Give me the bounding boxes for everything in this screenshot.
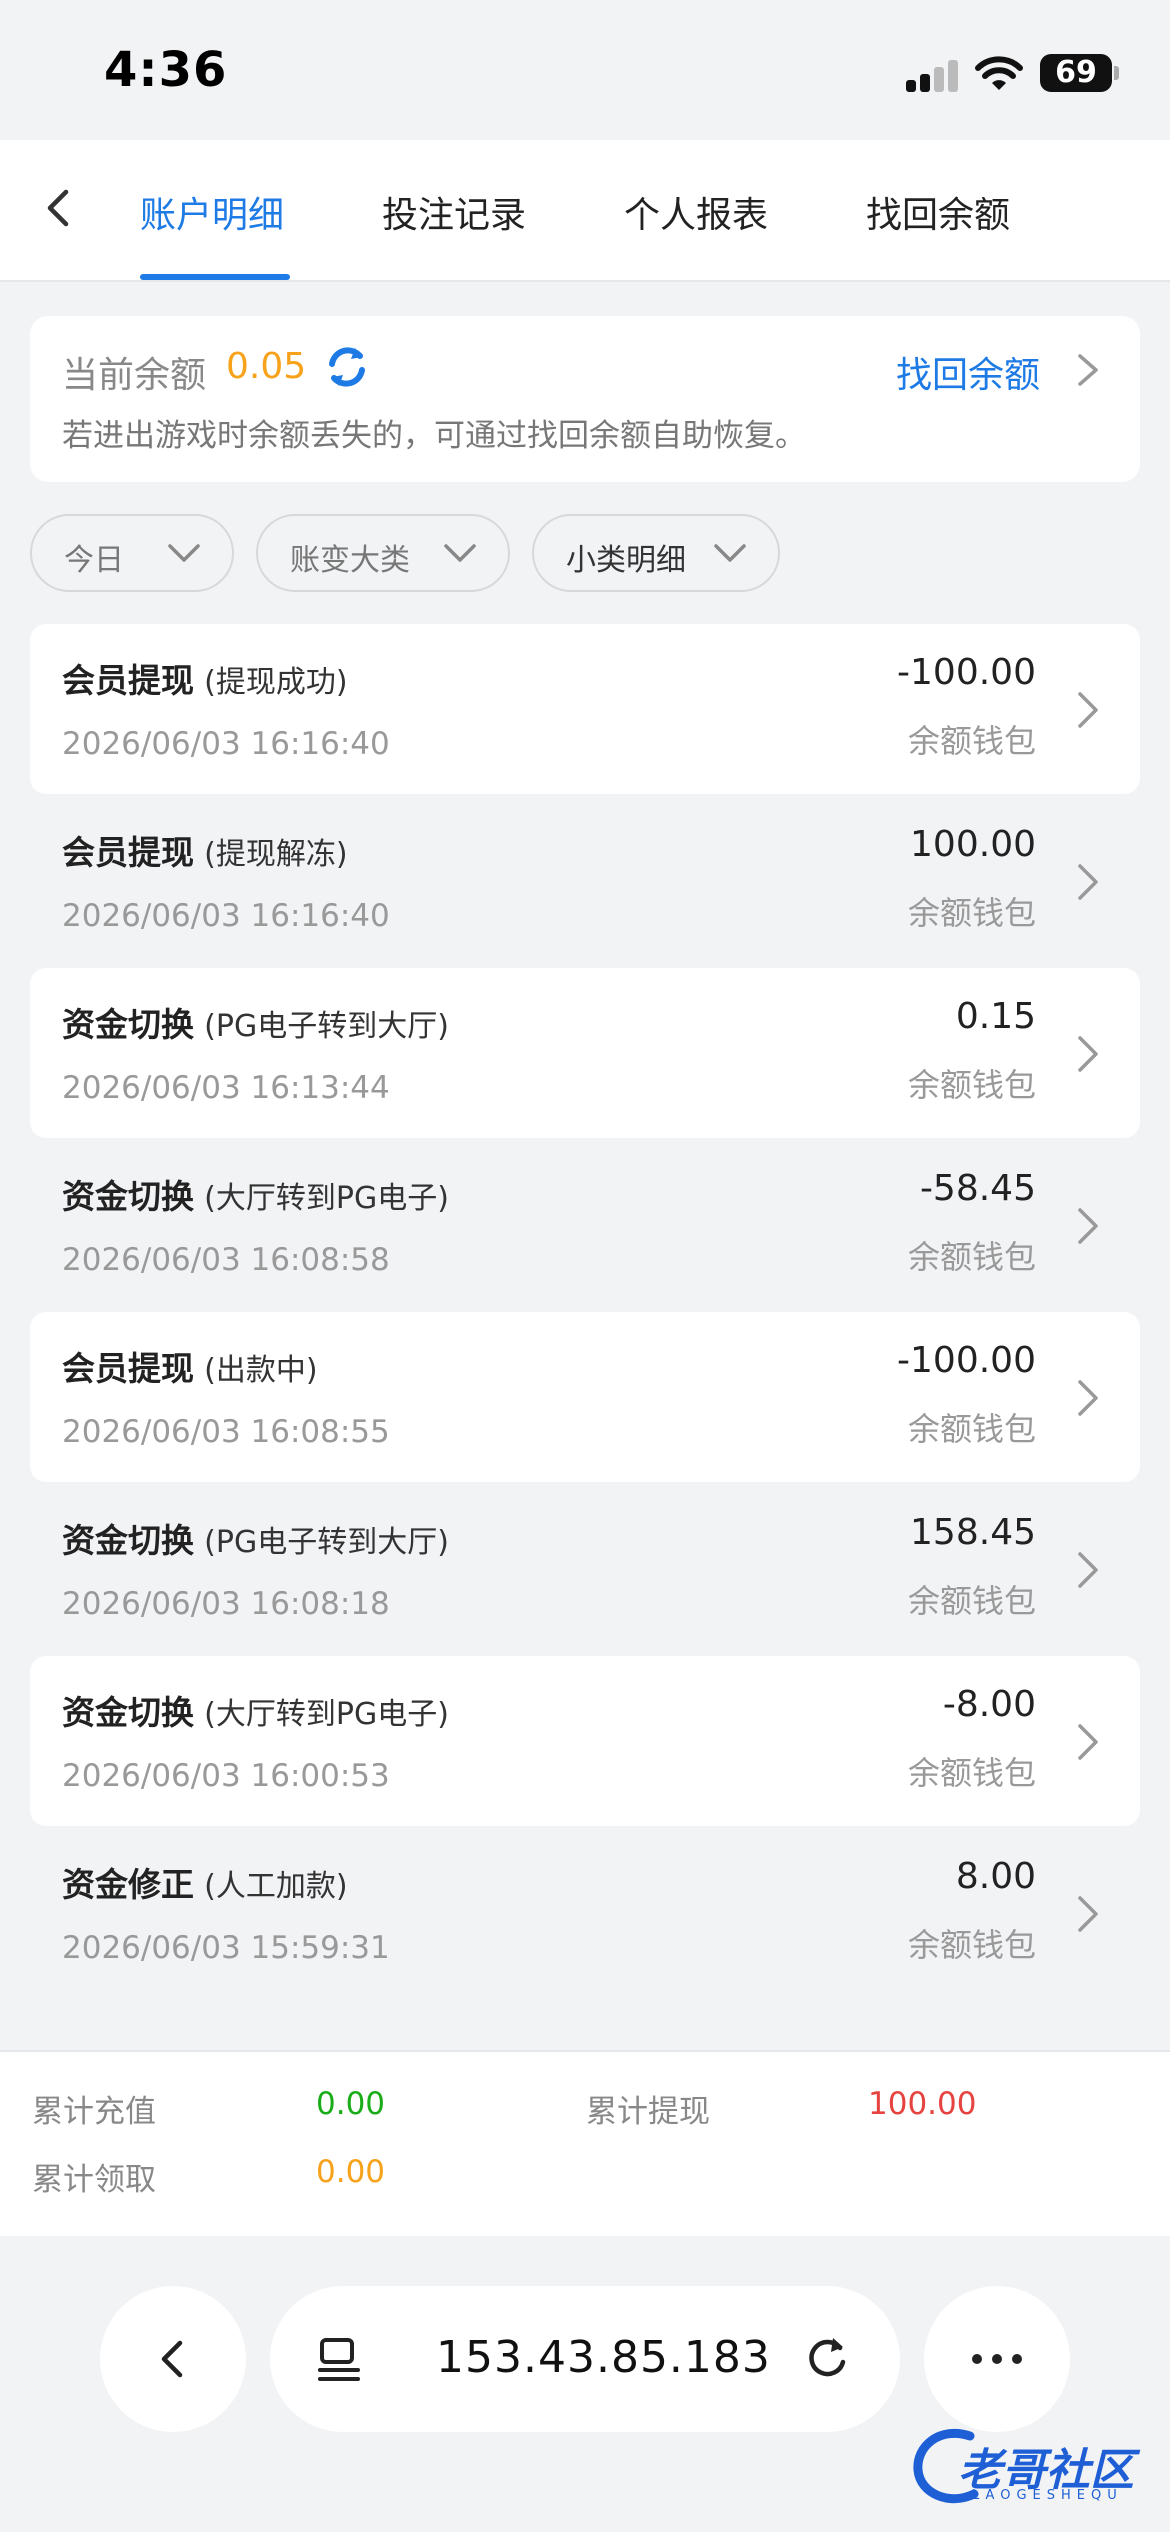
chevron-down-icon [714, 544, 746, 562]
record-wallet: 余额钱包 [907, 1582, 1036, 1620]
record-wallet: 余额钱包 [907, 1754, 1036, 1792]
battery-tip [1114, 66, 1119, 80]
chevron-right-icon[interactable] [1072, 350, 1104, 390]
total-claim-value: 0.00 [316, 2154, 386, 2190]
record-amount: -100.00 [897, 652, 1036, 693]
record-title: 资金修正 (人工加款) [62, 1865, 348, 1904]
recover-balance-link[interactable]: 找回余额 [896, 346, 1040, 398]
summary-panel: 累计充值 0.00 累计提现 100.00 累计领取 0.00 [0, 2050, 1170, 2236]
filter-category-label: 账变大类 [290, 543, 410, 578]
record-title: 资金切换 (PG电子转到大厅) [62, 1005, 449, 1044]
filter-category[interactable]: 账变大类 [256, 514, 510, 592]
total-claim-label: 累计领取 [32, 2162, 156, 2198]
list-item[interactable]: 资金修正 (人工加款) 2026/06/03 15:59:31 8.00 余额钱… [30, 1828, 1140, 1998]
total-recharge-label: 累计充值 [32, 2094, 156, 2130]
cellular-signal-icon [906, 58, 960, 92]
status-time: 4:36 [104, 42, 228, 98]
refresh-icon[interactable] [322, 342, 372, 392]
chevron-right-icon [1078, 1724, 1098, 1760]
list-item[interactable]: 资金切换 (大厅转到PG电子) 2026/06/03 16:08:58 -58.… [30, 1140, 1140, 1310]
chevron-right-icon [1078, 1036, 1098, 1072]
list-item[interactable]: 资金切换 (PG电子转到大厅) 2026/06/03 16:08:18 158.… [30, 1484, 1140, 1654]
record-title: 资金切换 (大厅转到PG电子) [62, 1693, 449, 1732]
balance-hint: 若进出游戏时余额丢失的，可通过找回余额自助恢复。 [62, 418, 806, 454]
record-time: 2026/06/03 16:08:18 [62, 1586, 390, 1622]
tab-active-indicator [140, 274, 290, 280]
wifi-icon [975, 56, 1023, 90]
watermark-subtext: LAOGESHEQU [972, 2488, 1123, 2503]
list-item[interactable]: 会员提现 (提现解冻) 2026/06/03 16:16:40 100.00 余… [30, 796, 1140, 966]
list-item[interactable]: 会员提现 (提现成功) 2026/06/03 16:16:40 -100.00 … [30, 624, 1140, 794]
record-wallet: 余额钱包 [907, 1410, 1036, 1448]
chevron-down-icon [444, 544, 476, 562]
chevron-right-icon [1078, 1552, 1098, 1588]
filter-date-label: 今日 [64, 543, 124, 578]
total-recharge-value: 0.00 [316, 2086, 386, 2122]
record-wallet: 余额钱包 [907, 1926, 1036, 1964]
record-title: 会员提现 (提现成功) [62, 661, 348, 700]
chevron-right-icon [1078, 1208, 1098, 1244]
record-amount: 100.00 [910, 824, 1036, 865]
record-amount: -58.45 [919, 1168, 1036, 1209]
more-options-button[interactable] [924, 2286, 1070, 2432]
record-wallet: 余额钱包 [907, 1238, 1036, 1276]
record-title: 资金切换 (大厅转到PG电子) [62, 1177, 449, 1216]
tab-recover-balance[interactable]: 找回余额 [866, 186, 1010, 238]
more-icon [972, 2354, 1022, 2364]
record-amount: 158.45 [910, 1512, 1036, 1553]
reload-icon[interactable] [800, 2332, 854, 2386]
list-item[interactable]: 资金切换 (PG电子转到大厅) 2026/06/03 16:13:44 0.15… [30, 968, 1140, 1138]
tab-header: 账户明细 投注记录 个人报表 找回余额 [0, 140, 1170, 282]
record-title: 资金切换 (PG电子转到大厅) [62, 1521, 449, 1560]
record-amount: -100.00 [897, 1340, 1036, 1381]
url-text: 153.43.85.183 [436, 2332, 771, 2383]
browser-toolbar: 153.43.85.183 老哥社区 LAOGESHEQU [0, 2236, 1170, 2532]
tabs-list-icon[interactable] [314, 2334, 366, 2386]
record-title: 会员提现 (提现解冻) [62, 833, 348, 872]
filter-subcategory[interactable]: 小类明细 [532, 514, 780, 592]
chevron-right-icon [1078, 864, 1098, 900]
record-time: 2026/06/03 16:13:44 [62, 1070, 390, 1106]
record-time: 2026/06/03 16:08:55 [62, 1414, 390, 1450]
record-amount: -8.00 [942, 1684, 1036, 1725]
list-item[interactable]: 会员提现 (出款中) 2026/06/03 16:08:55 -100.00 余… [30, 1312, 1140, 1482]
balance-card: 当前余额 0.05 找回余额 若进出游戏时余额丢失的，可通过找回余额自助恢复。 [30, 316, 1140, 482]
address-bar[interactable]: 153.43.85.183 [270, 2286, 900, 2432]
record-time: 2026/06/03 16:08:58 [62, 1242, 390, 1278]
chevron-right-icon [1078, 1380, 1098, 1416]
record-wallet: 余额钱包 [907, 1066, 1036, 1104]
tab-bet-records[interactable]: 投注记录 [382, 186, 526, 238]
record-amount: 8.00 [955, 1856, 1036, 1897]
balance-value: 0.05 [226, 346, 307, 387]
record-time: 2026/06/03 16:16:40 [62, 726, 390, 762]
filter-date[interactable]: 今日 [30, 514, 234, 592]
balance-label: 当前余额 [62, 355, 207, 396]
status-bar: 4:36 69 [0, 0, 1170, 140]
back-icon[interactable] [30, 178, 90, 238]
tab-personal-report[interactable]: 个人报表 [624, 186, 768, 238]
record-wallet: 余额钱包 [907, 894, 1036, 932]
browser-back-button[interactable] [100, 2286, 246, 2432]
chevron-down-icon [168, 544, 200, 562]
record-amount: 0.15 [955, 996, 1036, 1037]
filter-subcategory-label: 小类明细 [566, 543, 686, 578]
total-withdraw-label: 累计提现 [586, 2094, 710, 2130]
tab-account-details[interactable]: 账户明细 [140, 186, 284, 238]
record-time: 2026/06/03 16:00:53 [62, 1758, 390, 1794]
back-icon [161, 2340, 183, 2378]
battery-icon: 69 [1040, 54, 1112, 92]
watermark-logo: 老哥社区 LAOGESHEQU [910, 2416, 1160, 2526]
record-time: 2026/06/03 15:59:31 [62, 1930, 390, 1966]
total-withdraw-value: 100.00 [868, 2086, 977, 2122]
record-time: 2026/06/03 16:16:40 [62, 898, 390, 934]
record-title: 会员提现 (出款中) [62, 1349, 318, 1388]
chevron-right-icon [1078, 692, 1098, 728]
chevron-right-icon [1078, 1896, 1098, 1932]
list-item[interactable]: 资金切换 (大厅转到PG电子) 2026/06/03 16:00:53 -8.0… [30, 1656, 1140, 1826]
record-wallet: 余额钱包 [907, 722, 1036, 760]
